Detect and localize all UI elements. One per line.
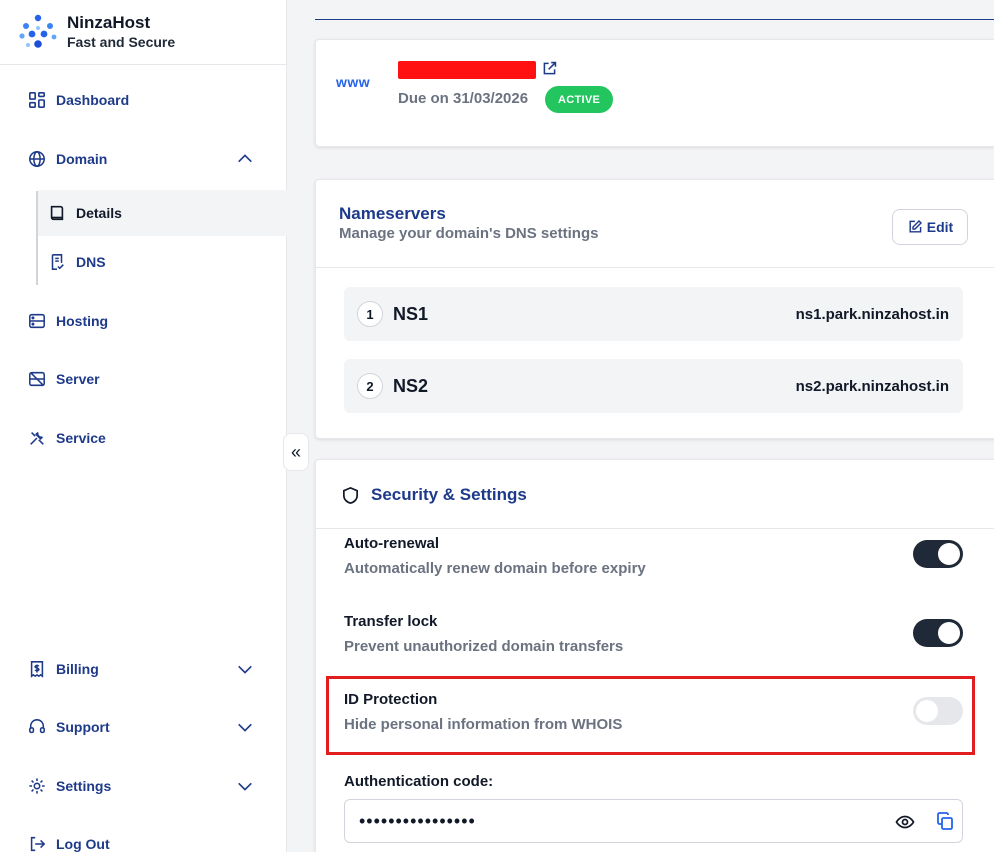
dns-icon	[48, 253, 66, 271]
sidebar-item-logout[interactable]: Log Out	[0, 820, 287, 852]
security-header: Security & Settings	[341, 485, 527, 505]
toggle-knob	[916, 700, 938, 722]
setting-label: ID Protection	[344, 691, 438, 708]
header-divider	[315, 19, 994, 20]
dashboard-icon	[28, 91, 46, 109]
nameserver-number: 1	[357, 301, 383, 327]
hosting-icon	[28, 312, 46, 330]
nameserver-value: ns2.park.ninzahost.in	[795, 377, 949, 395]
nameservers-subtitle: Manage your domain's DNS settings	[339, 225, 599, 242]
chevron-down-icon	[238, 723, 252, 732]
sidebar-item-support[interactable]: Support	[0, 703, 287, 751]
auth-code-label: Authentication code:	[344, 773, 494, 790]
support-icon	[28, 718, 46, 736]
id-protection-toggle[interactable]	[913, 697, 963, 725]
logo-icon	[19, 14, 57, 48]
gear-icon	[28, 777, 46, 795]
brand-tagline: Fast and Secure	[67, 34, 176, 50]
edit-nameservers-button[interactable]: Edit	[892, 209, 968, 245]
security-card: Security & Settings Auto-renewal Automat…	[315, 459, 994, 852]
sidebar-item-label: Service	[56, 430, 106, 446]
setting-description: Prevent unauthorized domain transfers	[344, 638, 624, 655]
security-divider	[316, 528, 994, 529]
sidebar-item-label: Settings	[56, 778, 112, 794]
billing-icon	[28, 660, 46, 678]
sidebar-item-label: Hosting	[56, 313, 109, 329]
service-icon	[28, 429, 46, 447]
eye-icon[interactable]	[895, 812, 915, 832]
sidebar-item-server[interactable]: Server	[0, 355, 287, 403]
edit-icon	[909, 219, 922, 233]
setting-description: Hide personal information from WHOIS	[344, 716, 623, 733]
sidebar-subitem-label: Details	[76, 205, 122, 221]
sidebar-subitem-label: DNS	[76, 254, 106, 270]
auth-code-field[interactable]: ••••••••••••••••	[344, 799, 963, 843]
security-title: Security & Settings	[371, 485, 527, 504]
sidebar-subitem-dns[interactable]: DNS	[38, 239, 287, 285]
globe-icon	[28, 150, 46, 168]
copy-icon[interactable]	[935, 811, 955, 831]
nameserver-row: 1 NS1 ns1.park.ninzahost.in	[344, 287, 963, 341]
nameserver-label: NS1	[393, 303, 429, 324]
setting-id-protection: ID Protection Hide personal information …	[344, 691, 963, 733]
sidebar-item-dashboard[interactable]: Dashboard	[0, 76, 287, 124]
sidebar-subitem-details[interactable]: Details	[38, 190, 287, 236]
chevron-down-icon	[238, 782, 252, 791]
nameserver-value: ns1.park.ninzahost.in	[795, 305, 949, 323]
nameservers-divider	[316, 267, 994, 268]
sidebar-item-label: Log Out	[56, 836, 110, 852]
sidebar-item-label: Server	[56, 371, 100, 387]
nameserver-label: NS2	[393, 375, 429, 396]
nameserver-row: 2 NS2 ns2.park.ninzahost.in	[344, 359, 963, 413]
nameservers-card: Nameservers Manage your domain's DNS set…	[315, 179, 994, 439]
setting-transfer-lock: Transfer lock Prevent unauthorized domai…	[344, 613, 963, 655]
sidebar-item-label: Support	[56, 719, 110, 735]
toggle-knob	[938, 543, 960, 565]
nameservers-title: Nameservers	[339, 204, 446, 223]
sidebar-item-hosting[interactable]: Hosting	[0, 297, 287, 345]
sidebar-item-service[interactable]: Service	[0, 414, 287, 462]
setting-label: Transfer lock	[344, 613, 438, 630]
sidebar-item-label: Dashboard	[56, 92, 130, 108]
chevron-up-icon	[238, 154, 252, 163]
sidebar-item-settings[interactable]: Settings	[0, 762, 287, 810]
logout-icon	[28, 835, 46, 852]
transfer-lock-toggle[interactable]	[913, 619, 963, 647]
sidebar-item-billing[interactable]: Billing	[0, 645, 287, 693]
sidebar-item-domain[interactable]: Domain	[0, 135, 287, 183]
toggle-knob	[938, 622, 960, 644]
edit-label: Edit	[926, 219, 954, 235]
www-icon: www	[336, 74, 371, 90]
brand-name: NinzaHost	[67, 13, 151, 32]
sidebar: NinzaHost Fast and Secure Dashboard Doma…	[0, 0, 287, 852]
domain-card: www Due on 31/03/2026 ACTIVE	[315, 39, 994, 147]
setting-description: Automatically renew domain before expiry	[344, 560, 646, 577]
chevron-down-icon	[238, 665, 252, 674]
sidebar-item-label: Billing	[56, 661, 99, 677]
setting-label: Auto-renewal	[344, 535, 440, 552]
brand[interactable]: NinzaHost Fast and Secure	[0, 0, 287, 65]
auth-code-value: ••••••••••••••••	[359, 810, 476, 831]
sidebar-collapse-button[interactable]: «	[283, 433, 309, 471]
nameserver-number: 2	[357, 373, 383, 399]
external-link-icon[interactable]	[541, 60, 558, 77]
sidebar-item-label: Domain	[56, 151, 108, 167]
redacted-domain-name	[398, 61, 536, 79]
due-date: Due on 31/03/2026	[398, 90, 529, 107]
shield-icon	[342, 486, 359, 504]
auto-renewal-toggle[interactable]	[913, 540, 963, 568]
book-icon	[48, 204, 66, 222]
server-icon	[28, 370, 46, 388]
setting-auto-renewal: Auto-renewal Automatically renew domain …	[344, 535, 963, 577]
app-root: NinzaHost Fast and Secure Dashboard Doma…	[0, 0, 994, 852]
status-badge: ACTIVE	[545, 86, 614, 113]
